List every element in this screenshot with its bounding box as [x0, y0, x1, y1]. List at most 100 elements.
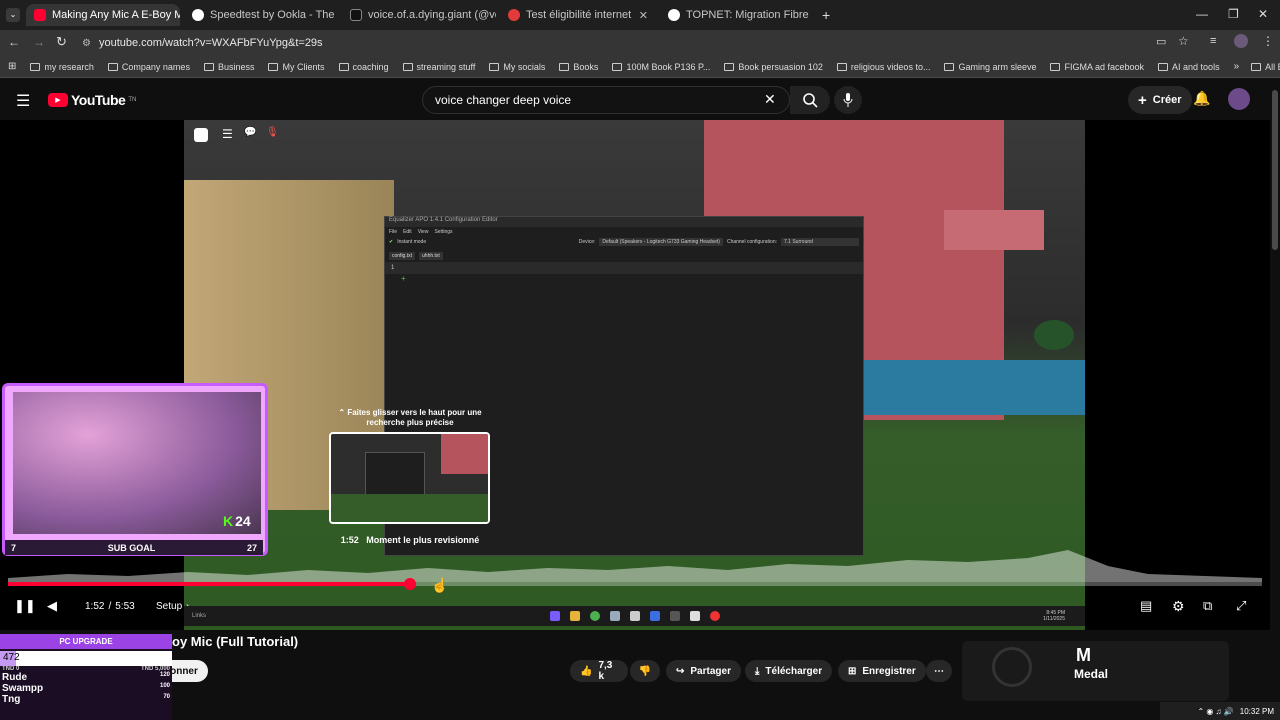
eq-tab[interactable]: uhhh.txt [419, 252, 443, 260]
checkbox-icon[interactable]: ✔ [389, 239, 393, 245]
youtube-logo[interactable]: ▶ YouTube TN [48, 92, 136, 108]
device-label: Device: [578, 239, 596, 245]
download-icon: ⤓ [755, 665, 760, 677]
volume-button[interactable]: ◀ [47, 596, 57, 616]
bookmark-item[interactable]: Business [203, 62, 254, 72]
tab-eligibility[interactable]: Test éligibilité internet ✕ [500, 4, 656, 26]
eq-tab[interactable]: config.txt [389, 252, 416, 260]
tab-search-icon[interactable]: ⌄ [6, 8, 20, 22]
profile-avatar[interactable] [1234, 34, 1248, 48]
create-button[interactable]: + Créer [1128, 86, 1192, 114]
leaderboard-row: Swampp 100 [2, 683, 170, 694]
miniplayer-icon[interactable]: ⧉ [1203, 596, 1212, 616]
tab-label: Test éligibilité internet [526, 9, 632, 21]
system-clock: 10:32 PM [1239, 706, 1274, 716]
close-tab-icon[interactable]: ✕ [815, 9, 816, 22]
notifications-bell-icon[interactable]: 🔔 [1193, 90, 1210, 107]
new-tab-icon[interactable]: + [822, 7, 830, 23]
tab-label: Speedtest by Ookla - The Glob [210, 9, 338, 21]
eq-file-tabs: config.txt uhhh.txt [385, 247, 863, 262]
plus-icon: + [1138, 91, 1147, 109]
reload-icon[interactable]: ↻ [56, 34, 67, 50]
bookmark-item[interactable]: coaching [338, 62, 389, 72]
app-icon [669, 611, 680, 621]
bookmarks-bar: ⊞ my research Company names Business My … [0, 56, 1280, 78]
eligibility-favicon-icon [508, 9, 520, 21]
scrubber-handle[interactable] [404, 578, 416, 590]
subtitles-icon[interactable]: ▤ [1140, 596, 1152, 616]
balcony [944, 210, 1044, 250]
close-tab-icon[interactable]: ✕ [639, 9, 648, 22]
eq-menu-view[interactable]: View [418, 229, 429, 235]
minimize-icon[interactable]: — [1196, 7, 1208, 21]
youtube-favicon-icon [34, 9, 46, 21]
bookmark-item[interactable]: my research [30, 62, 94, 72]
eq-menu-settings[interactable]: Settings [434, 229, 452, 235]
thumb-grass [331, 494, 488, 522]
settings-gear-icon[interactable]: ⚙ [1172, 596, 1185, 616]
scrub-caption: 1:52 Moment le plus revisionné [330, 535, 490, 545]
like-button[interactable]: 👍 7,3 k [570, 660, 628, 682]
channel-select[interactable]: 7.1 Surround [781, 238, 859, 246]
fullscreen-icon[interactable]: ⤢ [1236, 596, 1246, 616]
bookmark-item[interactable]: FIGMA ad facebook [1050, 62, 1144, 72]
eq-line-number: 1 [385, 262, 863, 274]
extensions-icon[interactable]: ≡ [1210, 35, 1216, 47]
time-total: 5:53 [115, 600, 135, 612]
hand-cursor-icon: ☝ [431, 577, 449, 593]
tab-speedtest[interactable]: Speedtest by Ookla - The Glob ✕ [184, 4, 338, 26]
forward-icon[interactable]: → [33, 35, 45, 49]
bookmark-item[interactable]: Book persuasion 102 [724, 62, 823, 72]
bookmark-item[interactable]: Company names [107, 62, 190, 72]
bookmark-item[interactable]: Books [559, 62, 598, 72]
donation-value: 472 [3, 652, 20, 663]
add-filter-icon[interactable]: + [385, 274, 863, 283]
scrub-thumbnail [329, 432, 490, 524]
bookmark-item[interactable]: Gaming arm sleeve [944, 62, 1036, 72]
bookmark-item[interactable]: My Clients [268, 62, 325, 72]
search-input[interactable]: voice changer deep voice [422, 86, 790, 114]
eq-menu-file[interactable]: File [389, 229, 397, 235]
bookmarks-overflow-icon[interactable]: » [1234, 61, 1240, 72]
share-button[interactable]: ↪ Partager [666, 660, 741, 682]
device-select[interactable]: Default (Speakers - Logitech G733 Gaming… [599, 238, 723, 246]
voice-search-button[interactable] [834, 86, 862, 114]
page-scrollbar[interactable] [1272, 90, 1278, 250]
thumbs-up-icon: 👍 [580, 665, 593, 677]
bookmark-item[interactable]: streaming stuff [402, 62, 475, 72]
guide-menu-icon[interactable]: ☰ [16, 91, 30, 111]
close-window-icon[interactable]: ✕ [1258, 7, 1268, 21]
folder-icon [724, 62, 735, 71]
maximize-icon[interactable]: ❐ [1228, 7, 1239, 21]
omnibox[interactable]: ⚙ youtube.com/watch?v=WXAFbFYuYpg&t=29s [82, 34, 1202, 52]
tab-topnet[interactable]: TOPNET: Migration Fibre ✕ [660, 4, 816, 26]
dislike-button[interactable]: 👎 [630, 660, 660, 682]
save-button[interactable]: ⊞ Enregistrer [838, 660, 926, 682]
browser-tab-bar: ⌄ Making Any Mic A E-Boy M 🔊 ✕ Speedtest… [0, 0, 1280, 30]
download-button[interactable]: ⤓ Télécharger [745, 660, 833, 682]
pause-button[interactable]: ❚❚ [14, 596, 36, 616]
back-icon[interactable]: ← [8, 35, 20, 49]
most-replayed-label: Moment le plus revisionné [366, 535, 480, 545]
tab-youtube[interactable]: Making Any Mic A E-Boy M 🔊 ✕ [26, 4, 180, 26]
site-info-icon[interactable]: ⚙ [82, 38, 91, 49]
all-bookmarks[interactable]: All Bookmarks [1251, 62, 1280, 72]
bookmark-item[interactable]: religious videos to... [836, 62, 930, 72]
steam-icon [649, 611, 660, 621]
eq-menu-edit[interactable]: Edit [403, 229, 412, 235]
bookmark-item[interactable]: AI and tools [1158, 62, 1220, 72]
more-actions-button[interactable]: ⋯ [926, 660, 952, 682]
tab-tiktok[interactable]: voice.of.a.dying.giant (@voice. ✕ [342, 4, 496, 26]
volume-icon: ◀ [47, 598, 57, 613]
apps-grid-icon[interactable]: ⊞ [8, 61, 16, 72]
bookmark-item[interactable]: 100M Book P136 P... [612, 62, 710, 72]
overlay-mic-muted-icon: 🎙 [266, 127, 279, 138]
save-playlist-icon: ⊞ [848, 665, 857, 677]
menu-kebab-icon[interactable]: ⋮ [1262, 34, 1274, 48]
avatar[interactable] [1228, 88, 1250, 110]
related-video-card[interactable]: M Medal [962, 641, 1229, 701]
bookmark-item[interactable]: My socials [489, 62, 545, 72]
medal-label: Medal [1074, 667, 1109, 681]
clear-search-icon[interactable]: ✕ [764, 91, 776, 108]
search-button[interactable] [790, 86, 830, 114]
